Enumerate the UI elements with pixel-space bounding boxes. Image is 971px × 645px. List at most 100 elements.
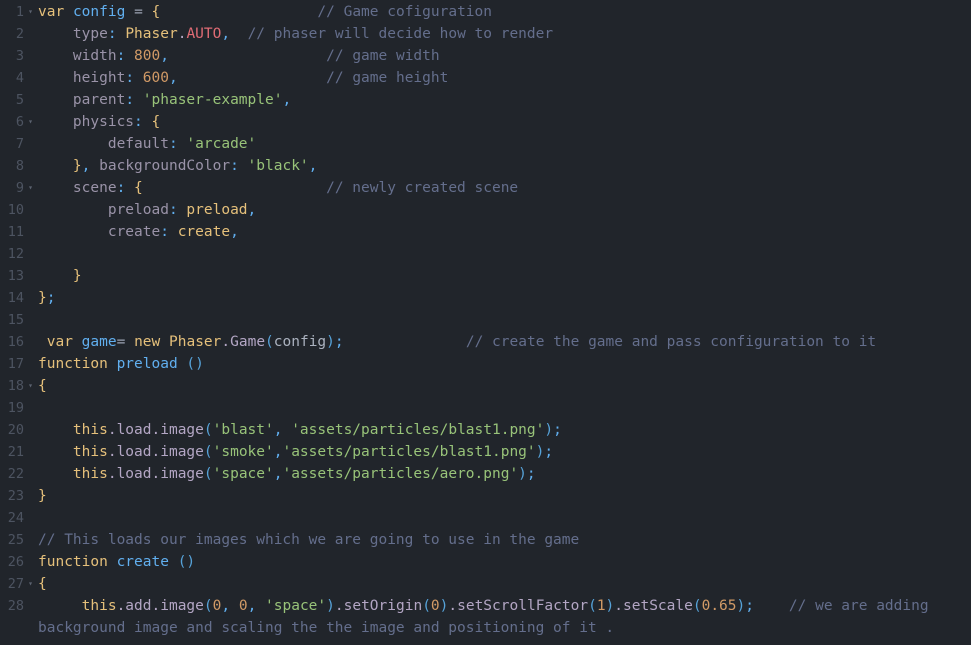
- code-line[interactable]: 27 ▾{: [0, 573, 971, 595]
- code-text[interactable]: this.load.image('smoke','assets/particle…: [37, 441, 971, 463]
- code-line[interactable]: 22 this.load.image('space','assets/parti…: [0, 463, 971, 485]
- token: 600: [142, 70, 169, 86]
- code-line[interactable]: 5 parent: 'phaser-example',: [0, 89, 971, 111]
- code-line[interactable]: 23}: [0, 485, 971, 507]
- code-text[interactable]: [37, 309, 971, 331]
- code-text[interactable]: [37, 507, 971, 529]
- token: }: [72, 268, 82, 284]
- code-text[interactable]: this.load.image('space','assets/particle…: [37, 463, 971, 485]
- token: (: [588, 598, 597, 614]
- code-line[interactable]: 8 }, backgroundColor: 'black',: [0, 155, 971, 177]
- code-line[interactable]: 7 default: 'arcade': [0, 133, 971, 155]
- code-text[interactable]: width: 800, // game width: [37, 45, 971, 67]
- code-text[interactable]: var config = { // Game cofiguration: [37, 1, 971, 23]
- fold-arrow-icon[interactable]: ▾: [24, 573, 37, 595]
- code-text[interactable]: // This loads our images which we are go…: [37, 529, 971, 551]
- code-text[interactable]: default: 'arcade': [37, 133, 971, 155]
- code-text[interactable]: physics: {: [37, 111, 971, 133]
- token: parent: [72, 92, 126, 108]
- code-line[interactable]: 6 ▾ physics: {: [0, 111, 971, 133]
- fold-arrow-icon[interactable]: ▾: [24, 375, 37, 397]
- token: ,: [221, 26, 231, 42]
- fold-arrow-icon[interactable]: ▾: [24, 177, 37, 199]
- line-number: 10: [7, 202, 24, 218]
- code-line[interactable]: 21 this.load.image('smoke','assets/parti…: [0, 441, 971, 463]
- token: ,: [308, 158, 318, 174]
- token: // This loads our images which we are go…: [38, 532, 580, 548]
- code-text[interactable]: };: [37, 287, 971, 309]
- token: {: [151, 114, 161, 130]
- code-line[interactable]: 12: [0, 243, 971, 265]
- token: {: [38, 576, 47, 592]
- code-text[interactable]: function preload (): [37, 353, 971, 375]
- token: (: [203, 598, 213, 614]
- code-line[interactable]: 9 ▾ scene: { // newly created scene: [0, 177, 971, 199]
- code-text[interactable]: function create (): [37, 551, 971, 573]
- code-text[interactable]: create: create,: [37, 221, 971, 243]
- code-text[interactable]: this.add.image(0, 0, 'space').setOrigin(…: [37, 595, 971, 639]
- token: default: [107, 136, 169, 152]
- token: ,: [168, 70, 178, 86]
- token: 'assets/particles/aero.png': [282, 466, 519, 482]
- code-text[interactable]: preload: preload,: [37, 199, 971, 221]
- code-text[interactable]: [37, 243, 971, 265]
- code-line[interactable]: 20 this.load.image('blast', 'assets/part…: [0, 419, 971, 441]
- token: {: [151, 4, 161, 20]
- code-line[interactable]: 26 function create (): [0, 551, 971, 573]
- code-line[interactable]: 19: [0, 397, 971, 419]
- token: Phaser: [169, 334, 222, 350]
- fold-arrow-icon[interactable]: ▾: [24, 1, 37, 23]
- code-text[interactable]: type: Phaser.AUTO, // phaser will decide…: [37, 23, 971, 45]
- code-line[interactable]: 3 width: 800, // game width: [0, 45, 971, 67]
- token: .image: [151, 466, 204, 482]
- code-text[interactable]: var game= new Phaser.Game(config); // cr…: [37, 331, 971, 353]
- code-line[interactable]: 10 preload: preload,: [0, 199, 971, 221]
- code-line[interactable]: 25 // This loads our images which we are …: [0, 529, 971, 551]
- code-line[interactable]: 11 create: create,: [0, 221, 971, 243]
- code-line[interactable]: 24: [0, 507, 971, 529]
- code-line[interactable]: 14};: [0, 287, 971, 309]
- code-text[interactable]: parent: 'phaser-example',: [37, 89, 971, 111]
- code-text[interactable]: {: [37, 375, 971, 397]
- code-text[interactable]: height: 600, // game height: [37, 67, 971, 89]
- token: width: [72, 48, 117, 64]
- code-text[interactable]: }, backgroundColor: 'black',: [37, 155, 971, 177]
- token: :: [116, 180, 126, 196]
- token: ): [326, 598, 335, 614]
- code-line[interactable]: 4 height: 600, // game height: [0, 67, 971, 89]
- token: .image: [151, 444, 204, 460]
- code-line[interactable]: 16 var game= new Phaser.Game(config); //…: [0, 331, 971, 353]
- token: ,: [247, 202, 257, 218]
- code-editor[interactable]: 1 ▾ var config = { // Game cofiguration 2 t…: [0, 0, 971, 645]
- code-line[interactable]: 1 ▾ var config = { // Game cofiguration: [0, 1, 971, 23]
- token: 0: [430, 598, 440, 614]
- code-text[interactable]: [37, 397, 971, 419]
- token: 'black': [247, 158, 309, 174]
- code-line[interactable]: 15: [0, 309, 971, 331]
- token: 0.65: [701, 598, 737, 614]
- code-text[interactable]: scene: { // newly created scene: [37, 177, 971, 199]
- token: (: [203, 444, 213, 460]
- code-line[interactable]: 18 ▾{: [0, 375, 971, 397]
- token: 'phaser-example': [142, 92, 283, 108]
- code-text[interactable]: this.load.image('blast', 'assets/particl…: [37, 419, 971, 441]
- code-line[interactable]: 13 }: [0, 265, 971, 287]
- fold-arrow-icon[interactable]: ▾: [24, 111, 37, 133]
- code-text[interactable]: }: [37, 265, 971, 287]
- code-text[interactable]: }: [37, 485, 971, 507]
- code-line[interactable]: 28 this.add.image(0, 0, 'space').setOrig…: [0, 595, 971, 639]
- code-line[interactable]: 2 type: Phaser.AUTO, // phaser will deci…: [0, 23, 971, 45]
- code-line[interactable]: 17 function preload (): [0, 353, 971, 375]
- code-text[interactable]: {: [37, 573, 971, 595]
